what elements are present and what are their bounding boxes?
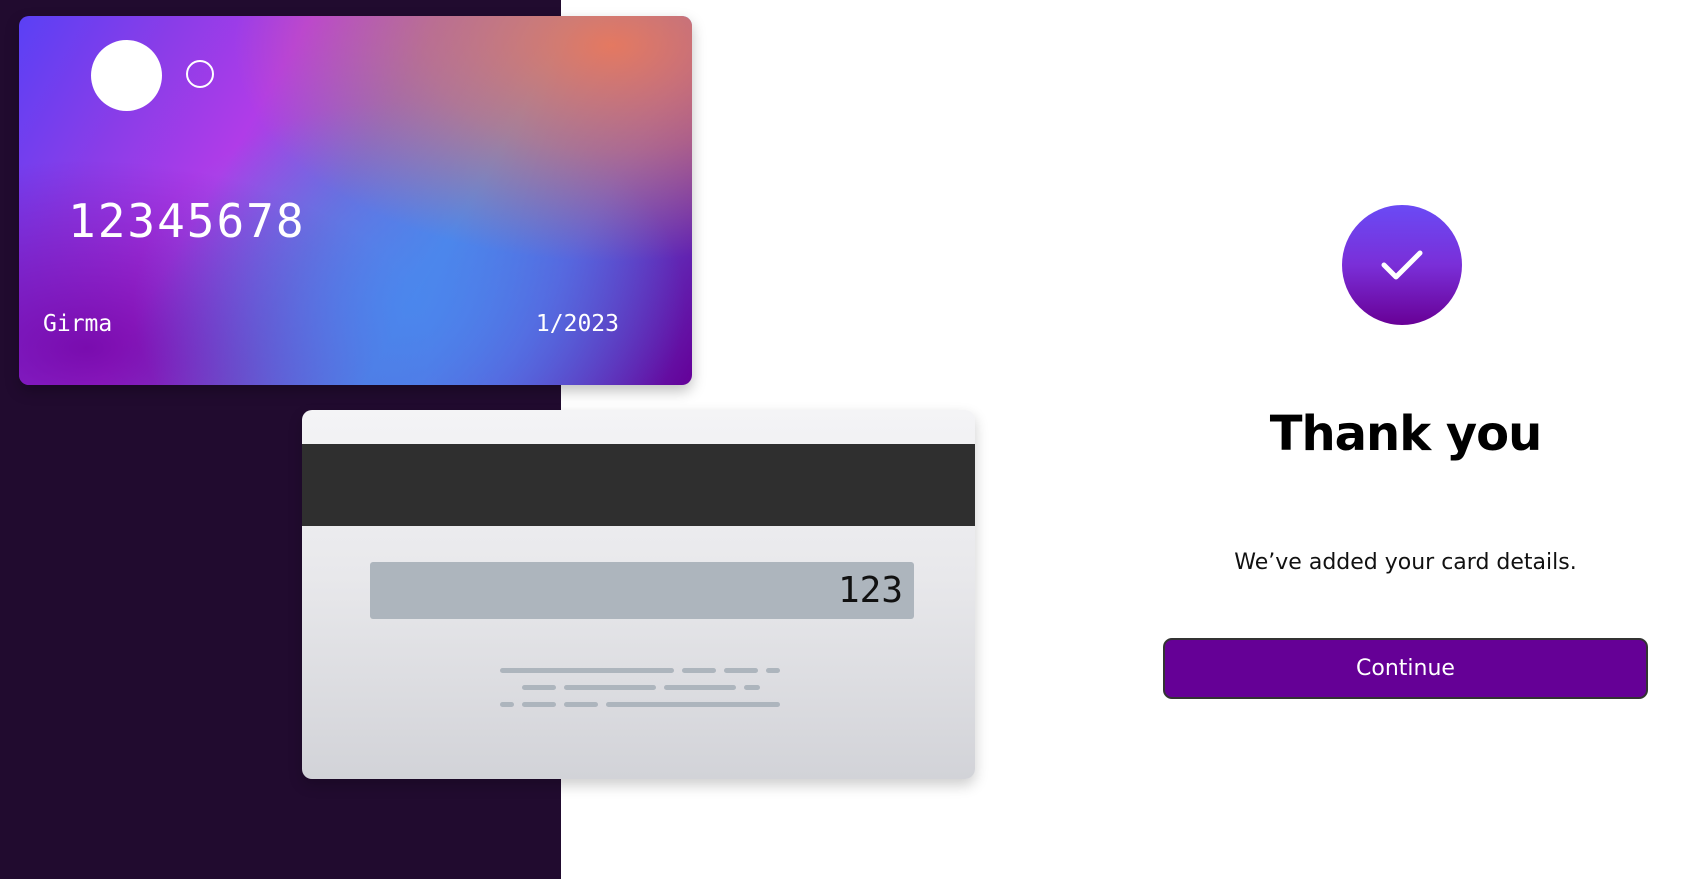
signature-strip: 123 — [370, 562, 914, 619]
continue-button[interactable]: Continue — [1163, 638, 1648, 699]
thank-you-heading: Thank you — [1269, 406, 1543, 462]
card-number: 12345678 — [68, 194, 306, 248]
fine-print-line — [664, 685, 736, 690]
fine-print-line — [606, 702, 780, 707]
page: 12345678 Girma 1/2023 123 Thank you We’v… — [0, 0, 1695, 879]
fine-print-line — [500, 702, 514, 707]
confirmation-message: We’ve added your card details. — [1234, 550, 1577, 575]
card-fine-print — [500, 668, 784, 728]
check-icon — [1381, 250, 1423, 280]
card-cvc: 123 — [837, 570, 903, 611]
card-logo-filled-circle — [91, 40, 162, 111]
card-back: 123 — [302, 410, 975, 779]
card-logo-outline-circle — [186, 60, 214, 88]
confirmation-panel: Thank you We’ve added your card details.… — [1163, 0, 1648, 879]
fine-print-line — [522, 685, 556, 690]
magnetic-stripe — [302, 444, 975, 526]
fine-print-line — [522, 702, 556, 707]
fine-print-line — [500, 668, 674, 673]
fine-print-line — [682, 668, 716, 673]
fine-print-line — [564, 685, 656, 690]
card-expiry: 1/2023 — [535, 311, 619, 337]
success-badge — [1342, 205, 1462, 325]
fine-print-line — [766, 668, 780, 673]
fine-print-line — [724, 668, 758, 673]
fine-print-line — [564, 702, 598, 707]
card-front: 12345678 Girma 1/2023 — [19, 16, 692, 385]
fine-print-line — [744, 685, 760, 690]
cardholder-name: Girma — [43, 311, 113, 337]
